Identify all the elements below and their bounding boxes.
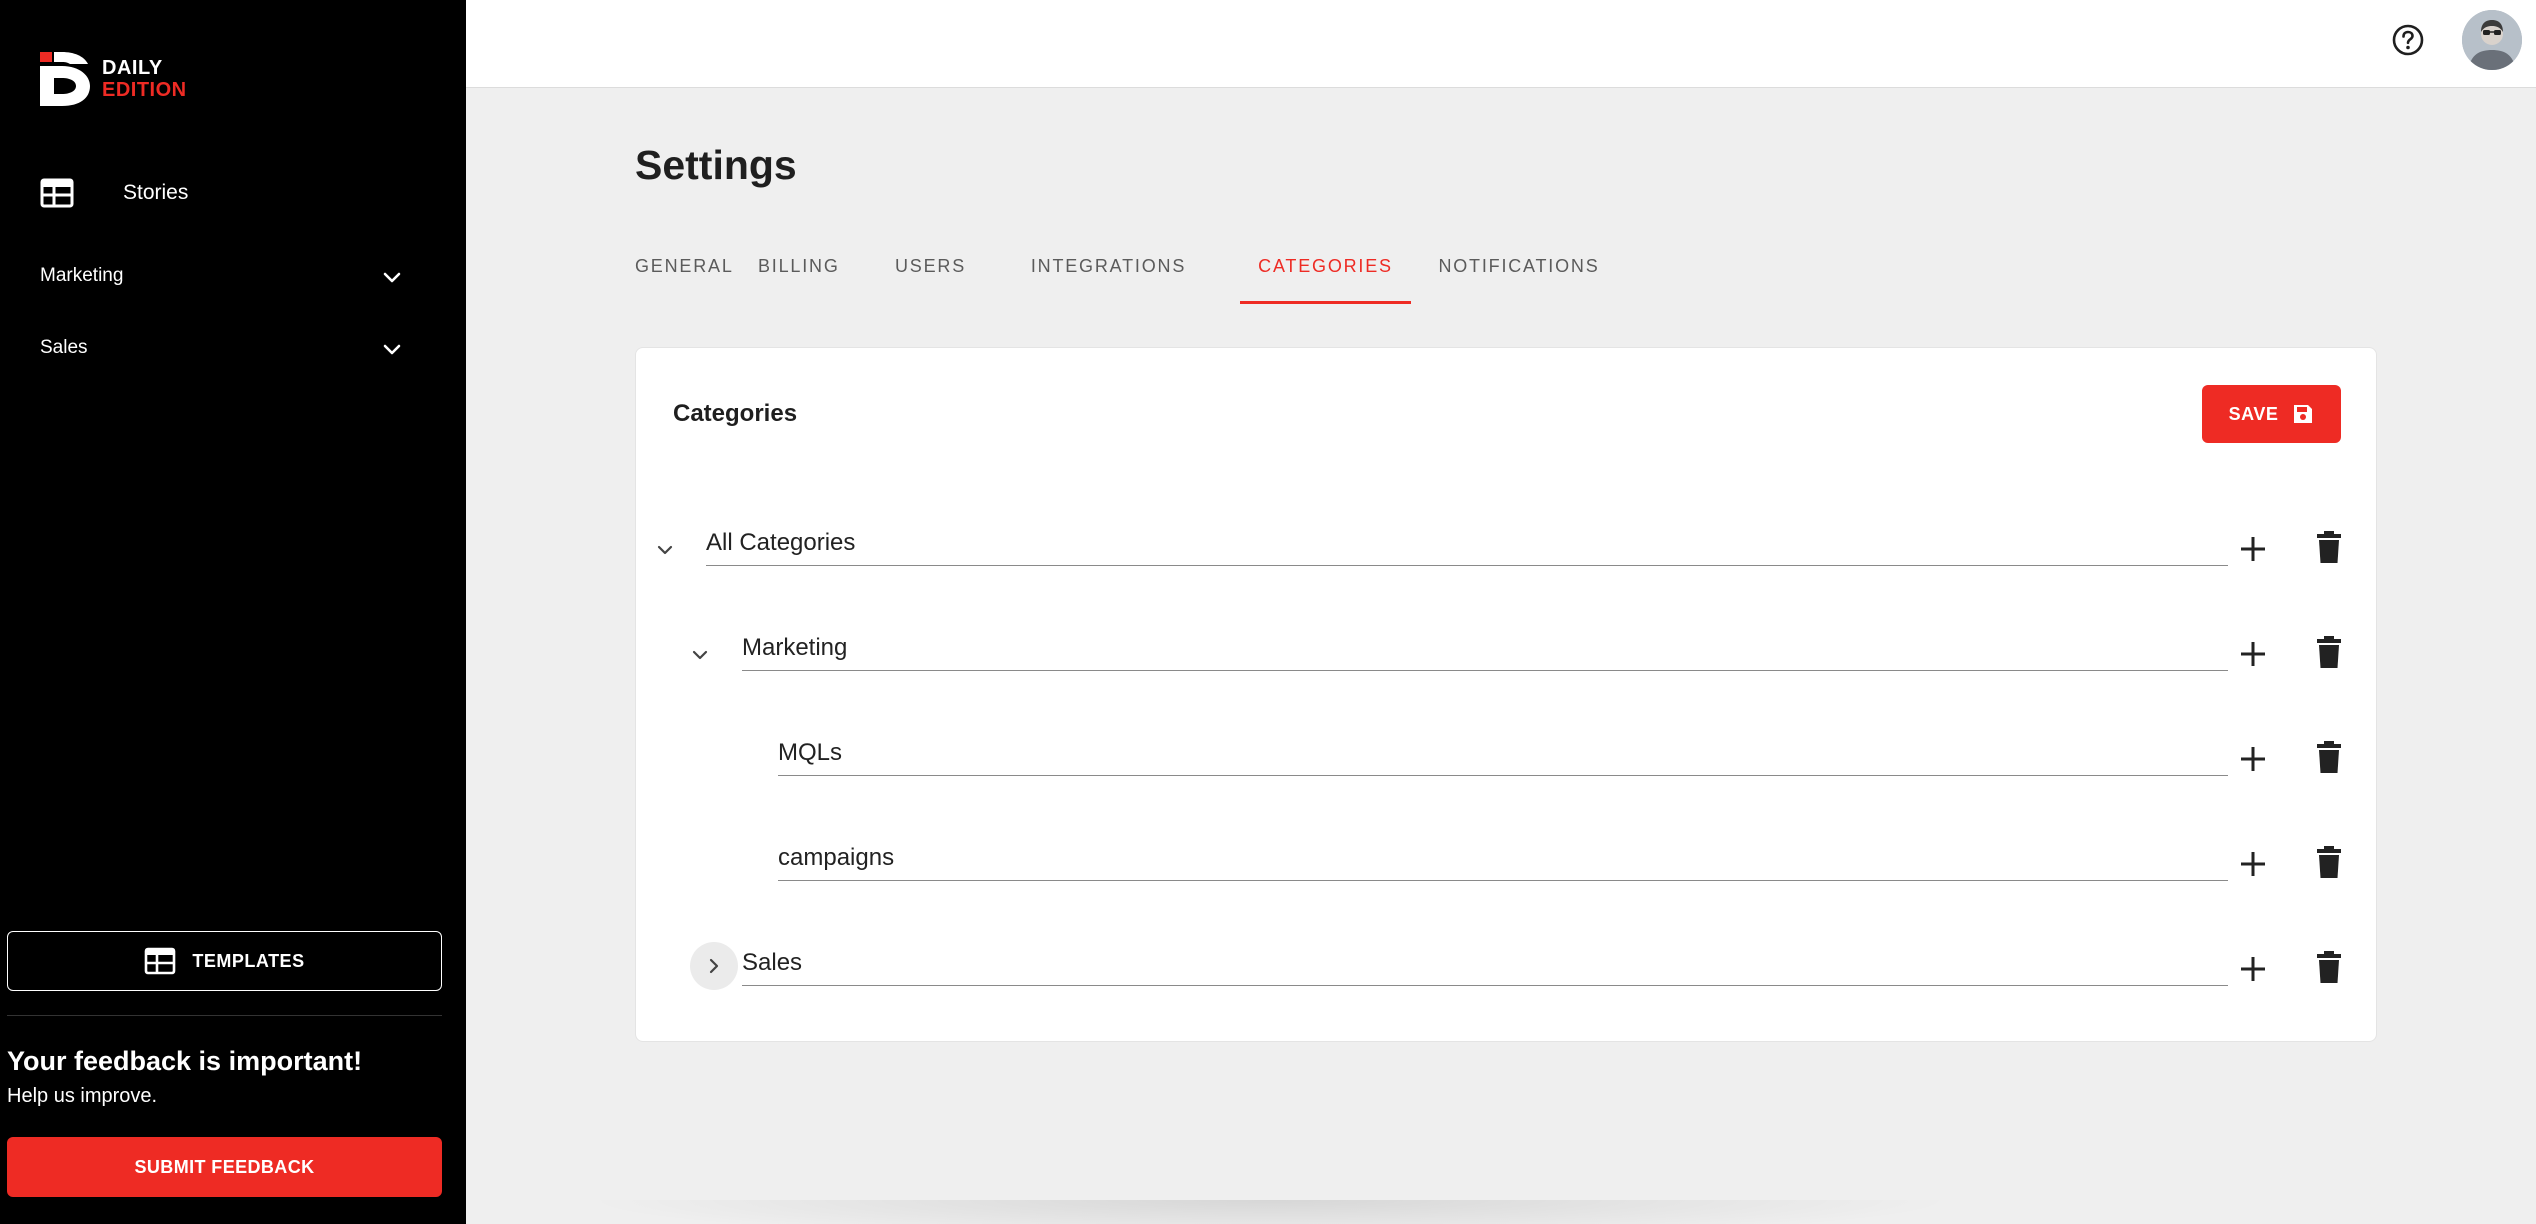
category-row xyxy=(636,619,2378,679)
feedback-title: Your feedback is important! xyxy=(7,1046,363,1076)
tab-categories[interactable]: CATEGORIES xyxy=(1240,246,1411,304)
trash-icon[interactable] xyxy=(2315,950,2343,984)
trash-icon[interactable] xyxy=(2315,635,2343,669)
tab-label: INTEGRATIONS xyxy=(1030,256,1187,276)
tab-general[interactable]: GENERAL xyxy=(635,246,732,304)
tab-billing[interactable]: BILLING xyxy=(758,246,838,304)
sidebar-group-label: Marketing xyxy=(40,265,124,286)
chevron-down-icon xyxy=(383,272,401,283)
brand-line-1: DAILY xyxy=(102,57,163,79)
user-avatar[interactable] xyxy=(2462,10,2522,70)
sidebar-group-sales[interactable]: Sales xyxy=(0,321,466,377)
category-name-input[interactable] xyxy=(742,625,2228,671)
categories-card: Categories SAVE xyxy=(635,347,2377,1042)
stories-table-icon xyxy=(40,178,74,208)
brand-logo[interactable]: DAILY EDITION xyxy=(40,52,187,106)
trash-icon[interactable] xyxy=(2315,845,2343,879)
chevron-down-icon xyxy=(692,650,708,660)
category-expand-toggle[interactable] xyxy=(676,631,724,679)
help-circle-icon[interactable] xyxy=(2390,22,2426,58)
tab-label: NOTIFICATIONS xyxy=(1438,256,1600,276)
category-row xyxy=(636,829,2378,889)
sidebar-item-stories-label: Stories xyxy=(123,181,189,204)
category-expand-toggle[interactable] xyxy=(641,526,689,574)
page-title: Settings xyxy=(635,142,797,188)
add-subcategory-icon[interactable] xyxy=(2236,952,2270,986)
tab-label: BILLING xyxy=(758,256,840,276)
tab-label: USERS xyxy=(895,256,967,276)
add-subcategory-icon[interactable] xyxy=(2236,742,2270,776)
category-name-input[interactable] xyxy=(742,940,2228,986)
bottom-shadow xyxy=(580,1200,1960,1224)
templates-button-label: TEMPLATES xyxy=(192,950,305,971)
category-expand-toggle[interactable] xyxy=(690,942,738,990)
save-button-label: SAVE xyxy=(2228,403,2279,424)
top-bar xyxy=(466,0,2536,88)
brand-name: DAILY EDITION xyxy=(102,57,187,101)
avatar-image xyxy=(2462,10,2522,70)
sidebar-group-marketing[interactable]: Marketing xyxy=(0,249,466,305)
sidebar-group-label: Sales xyxy=(40,337,88,358)
category-row xyxy=(636,934,2378,994)
save-button[interactable]: SAVE xyxy=(2202,385,2341,443)
save-disk-icon xyxy=(2294,405,2313,423)
tab-notifications[interactable]: NOTIFICATIONS xyxy=(1435,246,1603,304)
sidebar-divider xyxy=(7,1015,442,1016)
templates-icon xyxy=(145,947,176,975)
tab-label: CATEGORIES xyxy=(1258,256,1393,276)
feedback-subtitle: Help us improve. xyxy=(7,1085,158,1107)
app-root: DAILY EDITION Stories Marketing Sales TE… xyxy=(0,0,2536,1224)
category-row xyxy=(636,724,2378,784)
submit-feedback-button[interactable]: SUBMIT FEEDBACK xyxy=(7,1137,442,1197)
tab-integrations[interactable]: INTEGRATIONS xyxy=(1026,246,1191,304)
tab-users[interactable]: USERS xyxy=(895,246,965,304)
sidebar-item-stories[interactable]: Stories xyxy=(0,164,466,222)
category-row xyxy=(636,514,2378,574)
chevron-right-icon xyxy=(709,958,719,974)
add-subcategory-icon[interactable] xyxy=(2236,847,2270,881)
chevron-down-icon xyxy=(657,545,673,555)
card-title: Categories xyxy=(673,400,798,427)
trash-icon[interactable] xyxy=(2315,530,2343,564)
sidebar: DAILY EDITION Stories Marketing Sales TE… xyxy=(0,0,466,1224)
brand-line-2: EDITION xyxy=(102,79,187,101)
tab-label: GENERAL xyxy=(635,256,734,276)
category-name-input[interactable] xyxy=(778,835,2228,881)
templates-button[interactable]: TEMPLATES xyxy=(7,931,442,991)
category-name-input[interactable] xyxy=(778,730,2228,776)
add-subcategory-icon[interactable] xyxy=(2236,637,2270,671)
add-subcategory-icon[interactable] xyxy=(2236,532,2270,566)
trash-icon[interactable] xyxy=(2315,740,2343,774)
chevron-down-icon xyxy=(383,344,401,355)
daily-edition-logo-icon xyxy=(40,52,90,106)
category-name-input[interactable] xyxy=(706,520,2228,566)
